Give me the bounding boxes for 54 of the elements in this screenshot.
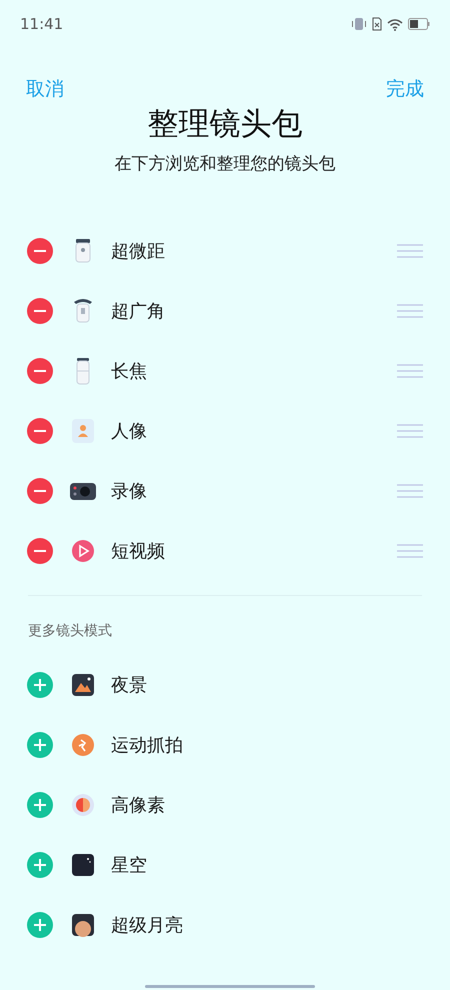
remove-button[interactable] xyxy=(27,238,53,264)
minus-icon xyxy=(33,550,47,552)
drag-handle-icon[interactable] xyxy=(397,424,423,438)
drag-handle-icon[interactable] xyxy=(397,304,423,318)
mode-label: 星空 xyxy=(111,854,148,877)
minus-icon xyxy=(33,310,47,312)
remove-button[interactable] xyxy=(27,478,53,504)
drag-handle-icon[interactable] xyxy=(397,544,423,558)
battery-icon xyxy=(408,18,430,30)
vibrate-icon xyxy=(351,17,367,31)
plus-icon xyxy=(33,678,47,692)
aperture-icon xyxy=(70,791,96,819)
mode-label: 长焦 xyxy=(111,360,148,383)
drag-handle-icon[interactable] xyxy=(397,244,423,258)
plus-icon xyxy=(33,918,47,932)
section-heading: 更多镜头模式 xyxy=(28,622,113,641)
remove-button[interactable] xyxy=(27,298,53,324)
mode-label: 超级月亮 xyxy=(111,914,184,937)
page-subtitle: 在下方浏览和整理您的镜头包 xyxy=(114,153,336,176)
plus-icon xyxy=(33,798,47,812)
status-time: 11:41 xyxy=(20,15,64,33)
cancel-button[interactable]: 取消 xyxy=(24,76,66,102)
mode-label: 超广角 xyxy=(111,300,166,323)
add-button[interactable] xyxy=(27,732,53,758)
plus-icon xyxy=(33,858,47,872)
drag-handle-icon[interactable] xyxy=(397,484,423,498)
plus-icon xyxy=(33,738,47,752)
mode-label: 短视频 xyxy=(111,540,166,563)
minus-icon xyxy=(33,430,47,432)
night-sky-icon xyxy=(70,851,96,879)
mode-label: 夜景 xyxy=(111,674,148,697)
wifi-icon xyxy=(387,18,403,30)
remove-button[interactable] xyxy=(27,538,53,564)
remove-button[interactable] xyxy=(27,358,53,384)
done-button[interactable]: 完成 xyxy=(384,76,426,102)
minus-icon xyxy=(33,490,47,492)
minus-icon xyxy=(33,370,47,372)
add-button[interactable] xyxy=(27,912,53,938)
minus-icon xyxy=(33,250,47,252)
no-sim-icon xyxy=(372,17,382,31)
add-button[interactable] xyxy=(27,852,53,878)
add-button[interactable] xyxy=(27,672,53,698)
mountain-icon xyxy=(70,671,96,699)
mode-label: 录像 xyxy=(111,480,148,503)
drag-handle-icon[interactable] xyxy=(397,364,423,378)
add-button[interactable] xyxy=(27,792,53,818)
mode-label: 高像素 xyxy=(111,794,166,817)
portrait-icon xyxy=(70,417,96,445)
remove-button[interactable] xyxy=(27,418,53,444)
mode-label: 人像 xyxy=(111,420,148,443)
mode-label: 运动抓拍 xyxy=(111,734,184,757)
mode-label: 超微距 xyxy=(111,240,166,263)
page-title: 整理镜头包 xyxy=(146,105,304,144)
play-icon xyxy=(70,537,96,565)
